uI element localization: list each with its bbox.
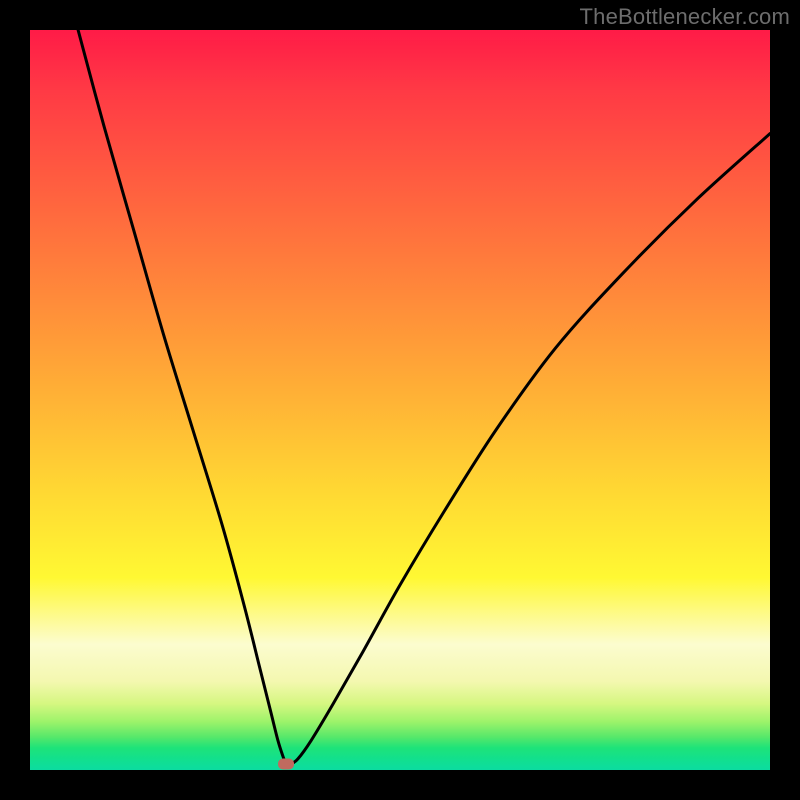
optimal-point-marker	[278, 759, 294, 770]
curve-svg	[30, 30, 770, 770]
watermark-text: TheBottlenecker.com	[580, 4, 790, 30]
bottleneck-curve-path	[78, 30, 770, 765]
chart-frame: TheBottlenecker.com	[0, 0, 800, 800]
plot-area	[30, 30, 770, 770]
